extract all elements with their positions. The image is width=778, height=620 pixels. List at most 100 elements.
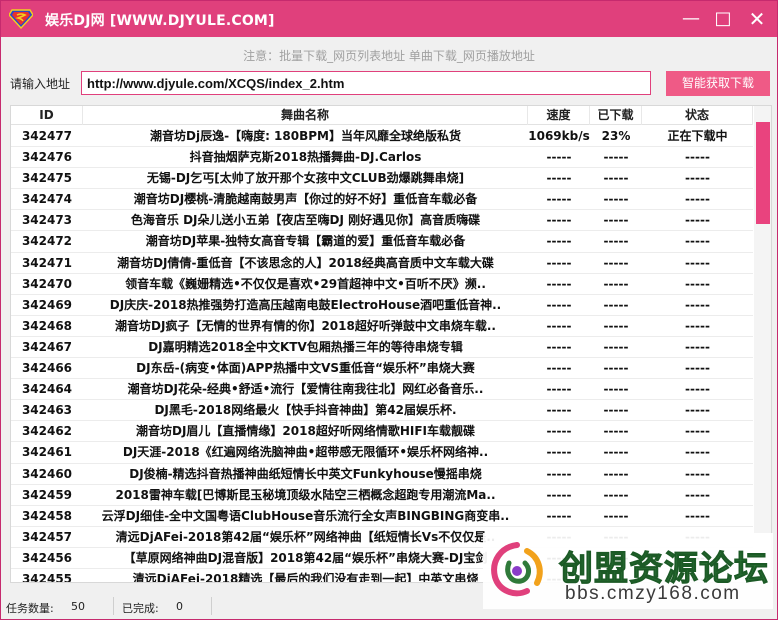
column-header-speed[interactable]: 速度 (528, 106, 590, 125)
table-row[interactable]: 342468 潮音坊DJ疯子【无情的世界有情的你】2018超好听弹鼓中文串烧车载.… (11, 316, 753, 337)
row-id-cell: 342472 (21, 234, 73, 249)
table-row[interactable]: 342464 潮音坊DJ花朵-经典•舒适•流行【爱情往南我往北】网红必备音乐.. -… (11, 379, 753, 401)
status-divider (113, 597, 114, 615)
row-id-cell: 342468 (21, 318, 73, 333)
row-id-cell: 342459 (21, 487, 73, 502)
forum-watermark: 创盟资源论坛 bbs.cmzy168.com (483, 533, 773, 609)
row-id-cell: 342456 (21, 550, 73, 565)
completed-label: 已完成: (122, 602, 159, 615)
row-status-cell: ----- (685, 255, 710, 270)
scrollbar-thumb[interactable] (756, 122, 770, 224)
minimize-button[interactable]: — (677, 5, 705, 33)
title-bar[interactable]: 娱乐DJ网 [WWW.DJYULE.COM] — □ ✕ (1, 1, 777, 37)
table-row[interactable]: 342460 DJ俊楠-精选抖音热播神曲纸短情长中英文Funkyhouse慢摇串烧… (11, 464, 753, 485)
row-status-cell: ----- (685, 276, 710, 291)
row-id-cell: 342475 (21, 171, 73, 186)
row-id-cell: 342461 (21, 445, 73, 460)
row-downloaded-cell: ----- (603, 339, 629, 354)
row-id-cell: 342476 (21, 150, 73, 165)
row-name-cell: DJ天涯-2018《红遍网络洗脑神曲•超带感无限循环•娱乐杯网络神.. (122, 445, 489, 460)
table-row[interactable]: 342473 色海音乐 DJ朵儿送小五弟【夜店至嗨DJ 刚好遇见你】高音质嗨碟 --… (11, 210, 753, 232)
table-row[interactable]: 342471 潮音坊DJ倩倩-重低音【不该思念的人】2018经典高音质中文车载大碟… (11, 253, 753, 274)
row-downloaded-cell: ----- (603, 487, 629, 502)
download-table: ID 舞曲名称 速度 已下载 状态 342477 潮音坊Dj辰逸-【嗨度: 180… (10, 105, 772, 583)
column-header-downloaded[interactable]: 已下载 (590, 106, 642, 125)
row-name-cell: 潮音坊DJ花朵-经典•舒适•流行【爱情往南我往北】网红必备音乐.. (127, 382, 484, 397)
task-count-value: 50 (71, 600, 85, 613)
row-id-cell: 342455 (21, 571, 73, 582)
task-count-label: 任务数量: (6, 602, 54, 615)
address-input[interactable] (81, 71, 651, 95)
table-row[interactable]: 342462 潮音坊DJ眉儿【直播情缘】2018超好听网络情歌HIFI车载靓碟 --… (11, 421, 753, 443)
row-downloaded-cell: ----- (603, 403, 629, 418)
table-row[interactable]: 342463 DJ黑毛-2018网络最火【快手抖音神曲】第42届娱乐杯. -----… (11, 400, 753, 422)
row-downloaded-cell: ----- (603, 234, 629, 249)
swirl-logo-icon (491, 542, 543, 597)
row-downloaded-cell: ----- (603, 466, 629, 481)
row-status-cell: ----- (685, 466, 710, 481)
row-status-cell: ----- (685, 213, 710, 228)
column-header-id[interactable]: ID (11, 106, 83, 125)
column-header-status[interactable]: 状态 (642, 106, 753, 125)
row-name-cell: 清远DjAFei-2018第42届“娱乐杯”网络神曲【纸短情长Vs不仅仅是.. (115, 529, 496, 544)
row-status-cell: ----- (685, 192, 710, 207)
row-id-cell: 342464 (21, 382, 73, 397)
row-id-cell: 342471 (21, 255, 73, 270)
table-row[interactable]: 342475 无锡-DJ乞丐[太帅了放开那个女孩中文CLUB劲爆跳舞串烧] ----… (11, 168, 753, 190)
usage-notice: 注意：批量下载_网页列表地址 单曲下载_网页播放地址 (243, 49, 535, 63)
table-row[interactable]: 342458 云浮DJ细佳-全中文国粤语ClubHouse音乐流行全女声BINGB… (11, 506, 753, 527)
row-name-cell: DJ俊楠-精选抖音热播神曲纸短情长中英文Funkyhouse慢摇串烧 (129, 466, 482, 481)
row-speed-cell: ----- (546, 297, 572, 312)
row-status-cell: ----- (685, 487, 710, 502)
table-row[interactable]: 342469 DJ庆庆-2018热推强势打造高压越南电鼓ElectroHouse酒… (11, 295, 753, 316)
row-downloaded-cell: ----- (603, 276, 629, 291)
status-divider (211, 597, 212, 615)
row-speed-cell: ----- (546, 318, 572, 333)
table-row[interactable]: 342477 潮音坊Dj辰逸-【嗨度: 180BPM】当年风靡全球绝版私货 1069… (11, 126, 753, 148)
table-row[interactable]: 342461 DJ天涯-2018《红遍网络洗脑神曲•超带感无限循环•娱乐杯网络神.… (11, 442, 753, 464)
row-name-cell: 2018雷神车载[巴博斯昆玉秘境顶级水陆空三栖概念超跑专用潮流Ma.. (115, 487, 496, 502)
table-row[interactable]: 342472 潮音坊DJ苹果-独特女高音专辑【霸道的爱】重低音车载必备 ----- -… (11, 231, 753, 253)
table-body: 342477 潮音坊Dj辰逸-【嗨度: 180BPM】当年风靡全球绝版私货 1069… (11, 126, 753, 582)
row-name-cell: 领音车载《巍姗精选•不仅仅是喜欢•29首超神中文•百听不厌》濒.. (125, 276, 486, 291)
row-name-cell: 云浮DJ细佳-全中文国粤语ClubHouse音乐流行全女声BINGBING商变串… (101, 508, 510, 523)
row-speed-cell: ----- (546, 276, 572, 291)
table-row[interactable]: 342474 潮音坊DJ樱桃-清脆越南鼓男声【你过的好不好】重低音车载必备 ----… (11, 189, 753, 211)
table-row[interactable]: 342467 DJ嘉明精选2018全中文KTV包厢热播三年的等待串烧专辑 -----… (11, 337, 753, 359)
address-label: 请输入地址 (10, 77, 71, 91)
row-id-cell: 342466 (21, 361, 73, 376)
table-row[interactable]: 342476 抖音抽烟萨克斯2018热播舞曲-DJ.Carlos ----- ----… (11, 147, 753, 169)
row-name-cell: 抖音抽烟萨克斯2018热播舞曲-DJ.Carlos (189, 150, 422, 165)
row-speed-cell: ----- (546, 171, 572, 186)
row-speed-cell: ----- (546, 361, 572, 376)
row-name-cell: 潮音坊Dj辰逸-【嗨度: 180BPM】当年风靡全球绝版私货 (150, 129, 461, 143)
row-speed-cell: ----- (546, 487, 572, 502)
row-speed-cell: ----- (546, 445, 572, 460)
row-downloaded-cell: ----- (603, 297, 629, 312)
row-status-cell: ----- (685, 424, 710, 439)
maximize-button[interactable]: □ (709, 5, 737, 33)
app-window: 娱乐DJ网 [WWW.DJYULE.COM] — □ ✕ 注意：批量下载_网页列… (0, 0, 778, 620)
row-speed-cell: ----- (546, 403, 572, 418)
column-header-name[interactable]: 舞曲名称 (83, 106, 528, 125)
close-button[interactable]: ✕ (743, 5, 771, 33)
row-downloaded-cell: ----- (603, 508, 629, 523)
row-id-cell: 342477 (21, 129, 73, 143)
row-name-cell: DJ嘉明精选2018全中文KTV包厢热播三年的等待串烧专辑 (148, 339, 463, 354)
row-name-cell: 清远DjAFei-2018精选【最后的我们没有走到一起】中英文串烧 (132, 571, 479, 582)
smart-fetch-download-button[interactable]: 智能获取下载 (666, 71, 770, 96)
table-row[interactable]: 342459 2018雷神车载[巴博斯昆玉秘境顶级水陆空三栖概念超跑专用潮流Ma.… (11, 485, 753, 506)
row-status-cell: ----- (685, 234, 710, 249)
row-status-cell: ----- (685, 171, 710, 186)
row-name-cell: 潮音坊DJ苹果-独特女高音专辑【霸道的爱】重低音车载必备 (145, 234, 466, 249)
row-id-cell: 342457 (21, 529, 73, 544)
row-downloaded-cell: ----- (603, 445, 629, 460)
row-downloaded-cell: ----- (603, 255, 629, 270)
row-id-cell: 342467 (21, 339, 73, 354)
row-name-cell: 潮音坊DJ樱桃-清脆越南鼓男声【你过的好不好】重低音车载必备 (133, 192, 478, 207)
row-downloaded-cell: ----- (603, 382, 629, 397)
row-id-cell: 342470 (21, 276, 73, 291)
table-row[interactable]: 342466 DJ东岳-(病变•体面)APP热播中文VS重低音“娱乐杯”串烧大赛 -… (11, 358, 753, 380)
row-id-cell: 342463 (21, 403, 73, 418)
table-row[interactable]: 342470 领音车载《巍姗精选•不仅仅是喜欢•29首超神中文•百听不厌》濒.. -… (11, 274, 753, 295)
